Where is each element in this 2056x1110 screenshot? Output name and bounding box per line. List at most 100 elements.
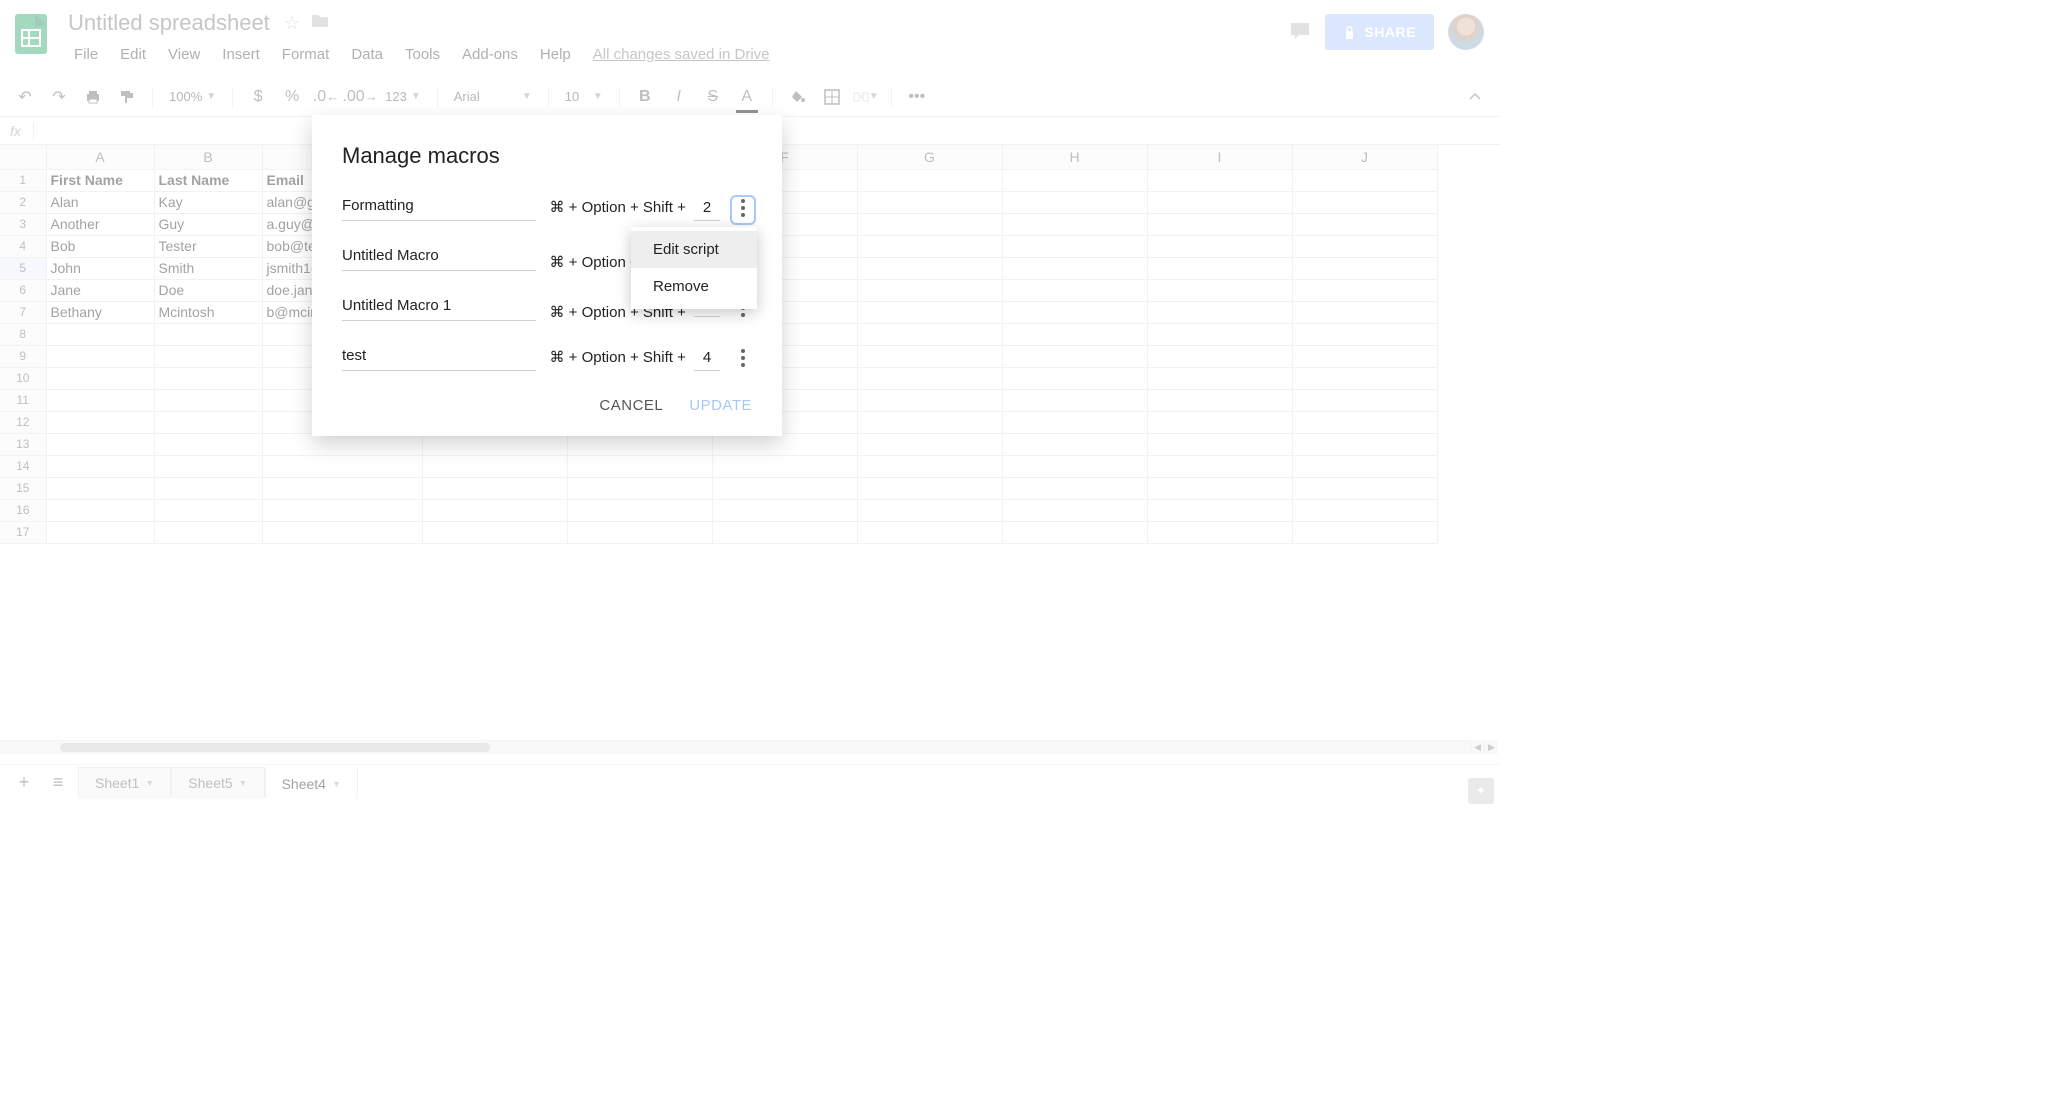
decrease-decimal-icon[interactable]: .0← — [311, 83, 341, 111]
sheet-tab-dropdown-icon[interactable]: ▼ — [145, 778, 154, 788]
cell[interactable] — [422, 477, 567, 499]
sheet-tab[interactable]: Sheet1 ▼ — [78, 767, 171, 799]
cell[interactable] — [1147, 367, 1292, 389]
menu-tools[interactable]: Tools — [395, 42, 450, 67]
macro-key-input[interactable] — [694, 312, 720, 317]
text-color-icon[interactable]: A — [732, 83, 762, 111]
cell[interactable] — [567, 433, 712, 455]
cell[interactable] — [1292, 411, 1437, 433]
cell[interactable] — [857, 521, 1002, 543]
row-header[interactable]: 13 — [0, 433, 46, 455]
redo-icon[interactable]: ↷ — [44, 83, 74, 111]
cell[interactable] — [1002, 235, 1147, 257]
cell[interactable] — [422, 499, 567, 521]
row-header[interactable]: 4 — [0, 235, 46, 257]
cell[interactable] — [1147, 169, 1292, 191]
sheet-tab[interactable]: Sheet4 ▼ — [265, 767, 358, 799]
menu-data[interactable]: Data — [341, 42, 393, 67]
macro-key-input[interactable]: 4 — [694, 349, 720, 371]
row-header[interactable]: 6 — [0, 279, 46, 301]
cell[interactable] — [1002, 499, 1147, 521]
cell[interactable] — [857, 411, 1002, 433]
cell[interactable] — [1292, 367, 1437, 389]
column-header[interactable]: I — [1147, 145, 1292, 169]
cell[interactable] — [154, 499, 262, 521]
add-sheet-icon[interactable]: + — [10, 769, 38, 797]
sheets-logo[interactable] — [10, 8, 52, 60]
cell[interactable] — [1002, 323, 1147, 345]
row-header[interactable]: 11 — [0, 389, 46, 411]
cell[interactable] — [857, 455, 1002, 477]
bold-icon[interactable]: B — [630, 83, 660, 111]
row-header[interactable]: 17 — [0, 521, 46, 543]
cell[interactable] — [857, 345, 1002, 367]
cell[interactable] — [262, 521, 422, 543]
cell[interactable]: Bob — [46, 235, 154, 257]
cell[interactable] — [857, 389, 1002, 411]
cell[interactable] — [154, 521, 262, 543]
cell[interactable] — [857, 279, 1002, 301]
cell[interactable] — [1147, 389, 1292, 411]
cell[interactable] — [262, 499, 422, 521]
row-header[interactable]: 8 — [0, 323, 46, 345]
cell[interactable] — [422, 455, 567, 477]
row-header[interactable]: 15 — [0, 477, 46, 499]
font-select[interactable]: Arial ▼ — [448, 89, 538, 104]
cell[interactable] — [154, 433, 262, 455]
cell[interactable] — [1002, 169, 1147, 191]
cell[interactable] — [1147, 213, 1292, 235]
cell[interactable] — [1292, 301, 1437, 323]
cell[interactable] — [1292, 433, 1437, 455]
column-header[interactable]: J — [1292, 145, 1437, 169]
cell[interactable] — [1147, 301, 1292, 323]
borders-icon[interactable] — [817, 83, 847, 111]
cell[interactable] — [1002, 455, 1147, 477]
print-icon[interactable] — [78, 83, 108, 111]
cell[interactable] — [1147, 235, 1292, 257]
cell[interactable] — [46, 323, 154, 345]
cell[interactable] — [262, 477, 422, 499]
macro-name-input[interactable]: Formatting — [342, 197, 536, 221]
macro-options-icon[interactable] — [734, 349, 752, 371]
cell[interactable] — [46, 433, 154, 455]
cell[interactable] — [154, 411, 262, 433]
cell[interactable]: Last Name — [154, 169, 262, 191]
cell[interactable] — [1292, 279, 1437, 301]
cell[interactable] — [857, 191, 1002, 213]
row-header[interactable]: 5 — [0, 257, 46, 279]
cell[interactable] — [1292, 235, 1437, 257]
user-avatar[interactable] — [1448, 14, 1484, 50]
italic-icon[interactable]: I — [664, 83, 694, 111]
format-percent-icon[interactable]: % — [277, 83, 307, 111]
cell[interactable] — [1147, 323, 1292, 345]
cell[interactable] — [1292, 191, 1437, 213]
cell[interactable] — [1292, 213, 1437, 235]
cell[interactable] — [154, 345, 262, 367]
cell[interactable] — [712, 455, 857, 477]
fill-color-icon[interactable] — [783, 83, 813, 111]
cell[interactable] — [1002, 367, 1147, 389]
cell[interactable] — [154, 389, 262, 411]
cell[interactable] — [857, 235, 1002, 257]
cell[interactable] — [712, 477, 857, 499]
column-header[interactable]: G — [857, 145, 1002, 169]
macro-name-input[interactable]: Untitled Macro — [342, 247, 536, 271]
cell[interactable] — [1002, 213, 1147, 235]
cell[interactable] — [857, 169, 1002, 191]
cell[interactable] — [1002, 279, 1147, 301]
sheet-tab-dropdown-icon[interactable]: ▼ — [239, 778, 248, 788]
cell[interactable] — [1292, 499, 1437, 521]
cell[interactable] — [1147, 477, 1292, 499]
menu-help[interactable]: Help — [530, 42, 581, 67]
menu-edit[interactable]: Edit — [110, 42, 156, 67]
cell[interactable] — [857, 433, 1002, 455]
collapse-toolbar-icon[interactable] — [1460, 83, 1490, 111]
macro-name-input[interactable]: test — [342, 347, 536, 371]
cell[interactable]: Another — [46, 213, 154, 235]
share-button[interactable]: SHARE — [1325, 14, 1434, 50]
update-button[interactable]: UPDATE — [689, 397, 752, 414]
explore-icon[interactable]: ✦ — [1468, 778, 1494, 804]
column-header[interactable]: B — [154, 145, 262, 169]
horizontal-scrollbar[interactable] — [0, 740, 1482, 754]
cell[interactable] — [1147, 499, 1292, 521]
